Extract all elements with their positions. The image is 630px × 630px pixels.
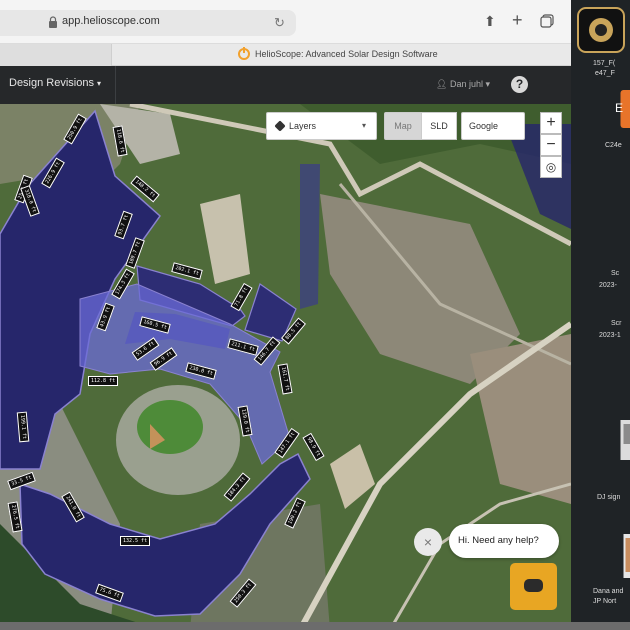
desktop-file-label: e47_F	[595, 70, 615, 77]
tab-overview-icon[interactable]	[540, 14, 554, 28]
imagery-provider-dropdown[interactable]: Google	[461, 112, 525, 140]
image-file-icon[interactable]	[607, 420, 630, 460]
desktop-file-label: C24e	[605, 142, 622, 149]
dock-edge	[0, 622, 630, 630]
desktop-file-label: Scr	[611, 320, 622, 327]
desktop-file-label: 2023-1	[599, 332, 621, 339]
reload-icon[interactable]: ↻	[274, 15, 285, 31]
lock-icon	[49, 16, 57, 28]
locate-icon[interactable]: ◎	[540, 156, 562, 178]
desktop: 157_F( e47_F E C24e Sc 2023- Scr 2023-1 …	[571, 0, 630, 630]
screen: app.helioscope.com ↻ ⬆ + HelioScope: Adv…	[0, 0, 630, 630]
chevron-down-icon: ▾	[361, 121, 366, 130]
chat-icon	[524, 579, 543, 592]
chevron-down-icon: ▾	[485, 79, 491, 89]
new-tab-icon[interactable]: +	[512, 10, 523, 31]
sld-view-button[interactable]: SLD	[421, 112, 457, 140]
url-text[interactable]: app.helioscope.com	[62, 15, 160, 27]
chevron-down-icon: ▾	[96, 79, 101, 88]
map-canvas[interactable]: 250.9 ft 118.6 ft 226.9 ft 148.2 ft 25.0…	[0, 104, 571, 630]
layers-dropdown[interactable]: Layers ▾	[266, 112, 377, 140]
layers-label: Layers	[289, 121, 317, 131]
image-file-icon[interactable]	[609, 534, 630, 578]
desktop-file-label: 157_F(	[593, 60, 616, 67]
header-divider	[115, 66, 116, 104]
tab-title: HelioScope: Advanced Solar Design Softwa…	[255, 49, 438, 59]
user-menu[interactable]: 👤︎ Dan juhl ▾	[436, 79, 490, 90]
chat-close-button[interactable]: ×	[414, 528, 442, 556]
design-revisions-menu[interactable]: Design Revisions ▾	[9, 77, 101, 89]
layers-icon	[274, 120, 286, 132]
image-file-icon[interactable]	[617, 225, 630, 255]
design-revisions-label: Design Revisions	[9, 77, 94, 89]
browser-window: app.helioscope.com ↻ ⬆ + HelioScope: Adv…	[0, 0, 571, 630]
desktop-file-label: DJ sign	[597, 494, 621, 501]
active-tab[interactable]: HelioScope: Advanced Solar Design Softwa…	[238, 47, 438, 60]
user-name: Dan juhl	[449, 79, 483, 89]
tab-strip: HelioScope: Advanced Solar Design Softwa…	[0, 44, 571, 66]
desktop-file-label: E	[615, 101, 624, 115]
helioscope-logo-icon	[238, 47, 250, 60]
desktop-file-label: 2023-	[599, 282, 617, 289]
desktop-file-label: Sc	[611, 270, 620, 277]
app-logo-icon[interactable]	[576, 6, 626, 54]
user-icon: 👤︎	[436, 79, 448, 89]
help-icon[interactable]: ?	[511, 76, 528, 93]
map-view-button[interactable]: Map	[384, 112, 422, 140]
desktop-file-label: Dana and	[593, 588, 624, 595]
chat-greeting-bubble[interactable]: Hi. Need any help?	[449, 524, 559, 558]
chat-launcher-button[interactable]	[510, 563, 557, 610]
dimension-label[interactable]: 112.8 ft	[88, 376, 119, 386]
app-header: Design Revisions ▾ 👤︎ Dan juhl ▾ ?	[0, 66, 571, 104]
zoom-out-button[interactable]: −	[540, 134, 562, 156]
zoom-in-button[interactable]: +	[540, 112, 562, 134]
share-icon[interactable]: ⬆	[484, 13, 496, 30]
address-bar: app.helioscope.com ↻ ⬆ +	[0, 0, 571, 44]
browser-tab[interactable]	[0, 44, 112, 66]
dimension-label[interactable]: 132.5 ft	[120, 536, 151, 546]
desktop-file-label: JP Nort	[593, 598, 617, 605]
